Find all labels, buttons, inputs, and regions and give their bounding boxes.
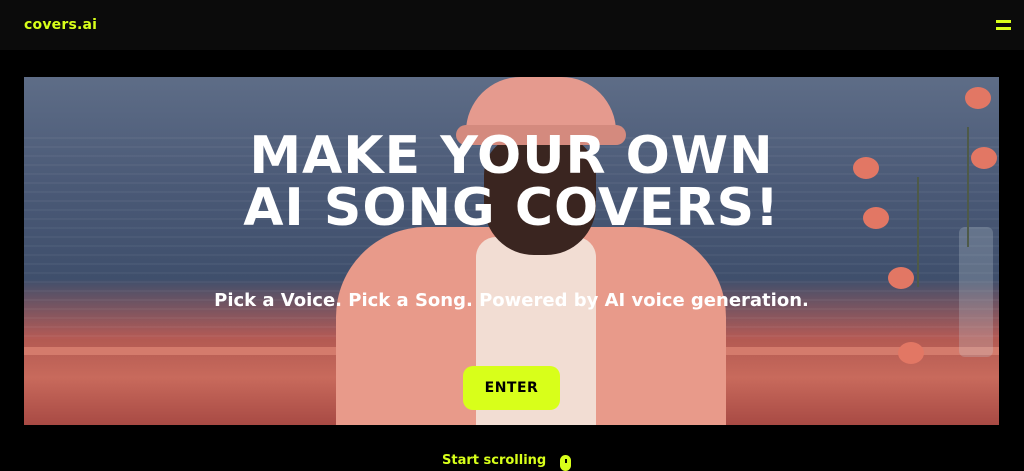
- scroll-label: Start scrolling: [442, 453, 547, 468]
- hero-title-line: AI SONG COVERS!: [243, 178, 780, 238]
- hero-title: MAKE YOUR OWN AI SONG COVERS!: [24, 130, 999, 234]
- menu-line: [996, 20, 1011, 23]
- mouse-icon: [560, 455, 571, 471]
- flower: [888, 267, 914, 289]
- hamburger-menu-icon[interactable]: [996, 18, 1011, 32]
- site-logo[interactable]: covers.ai: [24, 17, 97, 33]
- flower: [898, 342, 924, 364]
- hero-subtitle: Pick a Voice. Pick a Song. Powered by AI…: [214, 290, 809, 311]
- menu-line: [996, 27, 1011, 30]
- hero-title-line: MAKE YOUR OWN: [249, 126, 774, 186]
- enter-button[interactable]: ENTER: [463, 366, 560, 410]
- start-scrolling-hint[interactable]: Start scrolling: [442, 453, 582, 471]
- flower: [965, 87, 991, 109]
- top-navigation-bar: covers.ai: [0, 0, 1024, 50]
- hero-banner: MAKE YOUR OWN AI SONG COVERS! Pick a Voi…: [24, 77, 999, 425]
